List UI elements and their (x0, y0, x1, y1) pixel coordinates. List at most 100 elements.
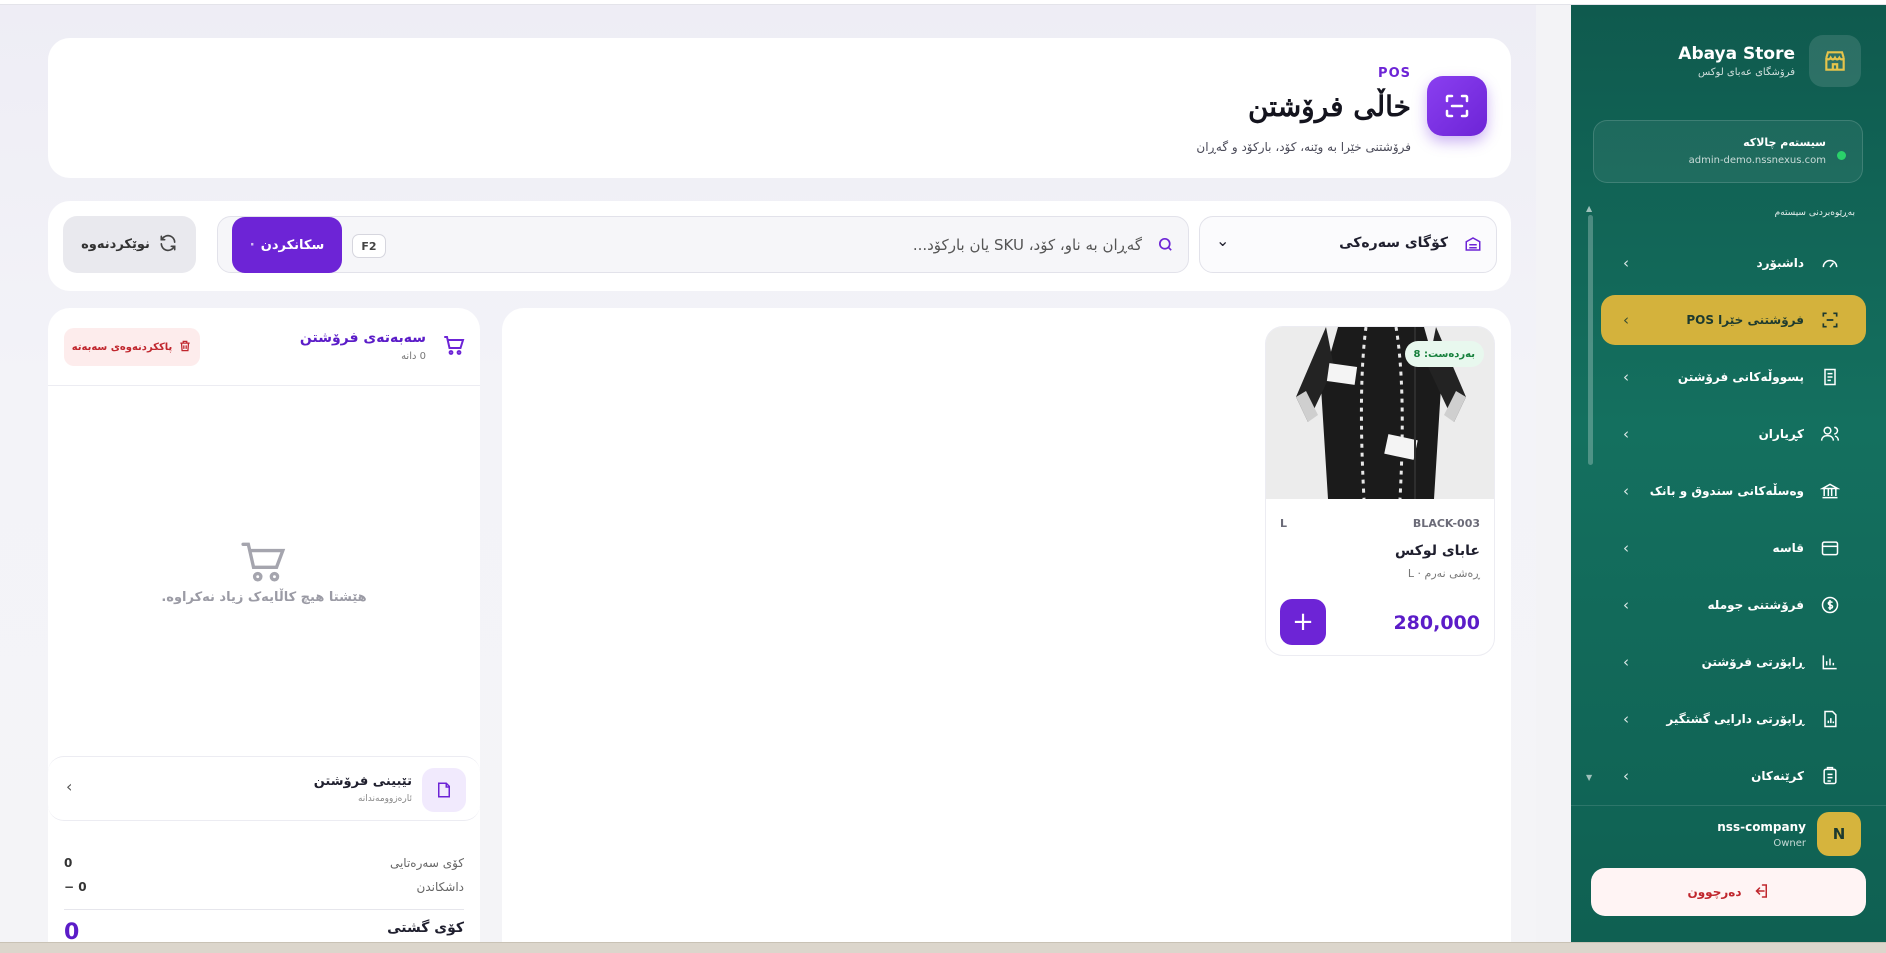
sidebar-item-sales-report[interactable]: ‹ ڕاپۆرتی فرۆشتن (1601, 637, 1866, 687)
sidebar-item-label: وەسڵەکانی سندوق و بانک (1649, 484, 1804, 498)
product-card[interactable]: بەردەست: 8 BLACK-003 L عابای لوکس ڕەشی ن… (1265, 326, 1495, 656)
scan-button-dot: · (249, 237, 255, 253)
dollar-icon (1818, 593, 1842, 617)
summary-divider (64, 909, 464, 910)
system-status-title: سیستەم چالاکە (1743, 136, 1826, 149)
status-dot (1837, 151, 1846, 160)
product-grid: بەردەست: 8 BLACK-003 L عابای لوکس ڕەشی ن… (502, 308, 1511, 948)
product-name: عابای لوکس (1394, 543, 1480, 559)
product-price: 280,000 (1393, 612, 1480, 634)
scan-button-label: سکانکردن (260, 237, 325, 253)
page-title: خاڵی فرۆشتن (1247, 90, 1411, 123)
sidebar-item-label: قاسە (1772, 541, 1804, 555)
sidebar-item-label: پسووڵەکانی فرۆشتن (1677, 370, 1804, 384)
empty-cart-icon (238, 538, 290, 588)
cart-header: سەبەتەی فرۆشتن 0 دانە پاککردنەوەی سەبەتە (48, 308, 480, 386)
sale-note[interactable]: تێبینی فرۆشتن ئارەزوومەندانە ‹ (48, 756, 480, 821)
discount-label: داشکاندن (416, 880, 464, 894)
chevron-down-icon: ⌄ (1216, 231, 1230, 250)
brand-subtitle: فرۆشگای عەبای لوکس (1698, 67, 1795, 78)
logout-icon (1752, 882, 1770, 903)
warehouse-icon (1464, 235, 1482, 257)
cart-icon (442, 333, 466, 361)
cashbox-icon (1818, 536, 1842, 560)
search-icon (1157, 236, 1174, 257)
chevron-left-icon: ‹ (1623, 254, 1629, 272)
sidebar-item-customers[interactable]: ‹ کڕیاران (1601, 409, 1866, 459)
sidebar-item-label: فرۆشتنی خێرا POS (1686, 313, 1804, 327)
refresh-button[interactable]: نوێکردنەوە (63, 216, 196, 273)
subtotal-row: کۆی سەرەتایی 0 (64, 856, 464, 870)
chevron-left-icon: ‹ (1623, 653, 1629, 671)
user-role: Owner (1773, 838, 1806, 849)
avatar: N (1817, 812, 1861, 856)
sidebar-item-label: ڕاپۆرتی دارایی گشتگیر (1666, 712, 1804, 726)
chevron-left-icon: ‹ (1623, 596, 1629, 614)
note-subtitle: ئارەزوومەندانە (357, 794, 412, 804)
sidebar-item-invoices[interactable]: ‹ پسووڵەکانی فرۆشتن (1601, 352, 1866, 402)
sidebar-item-label: کڕیاران (1758, 427, 1804, 441)
sidebar-item-receipts[interactable]: ‹ وەسڵەکانی سندوق و بانک (1601, 466, 1866, 516)
shortcut-badge: F2 (352, 234, 386, 258)
sidebar-item-label: فرۆشتنی جوملە (1707, 598, 1804, 612)
product-sku: BLACK-003 (1412, 517, 1480, 530)
clear-cart-label: پاککردنەوەی سەبەتە (71, 341, 173, 353)
sidebar-item-rentals[interactable]: ‹ کرێنەکان (1601, 751, 1866, 801)
sidebar-item-label: ڕاپۆرتی فرۆشتن (1701, 655, 1804, 669)
sidebar-item-pos[interactable]: ‹ فرۆشتنی خێرا POS (1601, 295, 1866, 345)
pos-toolbar: کۆگای سەرەکی ⌄ F2 سکانکردن · نوێکردنەوە (48, 201, 1511, 291)
sidebar-item-label: داشبۆرد (1756, 256, 1804, 270)
gauge-icon (1818, 251, 1842, 275)
trash-icon (178, 339, 192, 356)
product-variant: ڕەشی نەرم · L (1407, 567, 1480, 580)
scan-button[interactable]: سکانکردن · (232, 217, 342, 273)
nav-section-title: بەڕێوەبردنی سیستەم (1774, 208, 1855, 218)
scroll-up-icon[interactable]: ▲ (1586, 204, 1592, 213)
store-select-value: کۆگای سەرەکی (1339, 235, 1448, 251)
sidebar-item-wholesale[interactable]: ‹ فرۆشتنی جوملە (1601, 580, 1866, 630)
system-host: admin-demo.nssnexus.com (1688, 155, 1826, 166)
chevron-left-icon: ‹ (66, 777, 73, 796)
scroll-down-icon[interactable]: ▼ (1586, 773, 1592, 782)
note-icon (422, 768, 466, 812)
sidebar-scrollbar[interactable] (1588, 215, 1593, 465)
page-subtitle: فرۆشتنی خێرا بە وێنە، کۆد، بارکۆد و گەڕا… (1196, 140, 1411, 154)
system-status: سیستەم چالاکە admin-demo.nssnexus.com (1593, 120, 1863, 183)
stock-badge: بەردەست: 8 (1404, 341, 1484, 367)
cart-panel: سەبەتەی فرۆشتن 0 دانە پاککردنەوەی سەبەتە… (48, 308, 480, 948)
page-header: POS خاڵی فرۆشتن فرۆشتنی خێرا بە وێنە، کۆ… (48, 38, 1511, 178)
chevron-left-icon: ‹ (1623, 539, 1629, 557)
chevron-left-icon: ‹ (1623, 311, 1629, 329)
sidebar-item-label: کرێنەکان (1751, 769, 1804, 783)
sidebar-item-dashboard[interactable]: ‹ داشبۆرد (1601, 238, 1866, 288)
store-icon (1809, 35, 1861, 87)
clear-cart-button[interactable]: پاککردنەوەی سەبەتە (64, 328, 200, 366)
search-input[interactable] (682, 231, 1142, 259)
logout-button[interactable]: دەرچوون (1591, 868, 1866, 916)
users-icon (1818, 422, 1842, 446)
bottom-edge (0, 942, 1886, 953)
chevron-left-icon: ‹ (1623, 767, 1629, 785)
user-profile[interactable]: N nss-company Owner (1571, 805, 1886, 865)
brand: Abaya Store فرۆشگای عەبای لوکس (1678, 35, 1861, 87)
discount-row: داشکاندن − 0 (64, 880, 464, 894)
chevron-left-icon: ‹ (1623, 710, 1629, 728)
report-icon (1818, 707, 1842, 731)
scan-icon (1818, 308, 1842, 332)
receipt-icon (1818, 365, 1842, 389)
product-size: L (1280, 517, 1288, 530)
sidebar: Abaya Store فرۆشگای عەبای لوکس سیستەم چا… (1571, 5, 1886, 942)
page-tag: POS (1378, 66, 1411, 81)
sidebar-item-financial-report[interactable]: ‹ ڕاپۆرتی دارایی گشتگیر (1601, 694, 1866, 744)
sidebar-item-cashbox[interactable]: ‹ قاسە (1601, 523, 1866, 573)
store-select[interactable]: کۆگای سەرەکی ⌄ (1199, 216, 1497, 273)
cart-count: 0 دانە (401, 351, 426, 362)
main-area: POS خاڵی فرۆشتن فرۆشتنی خێرا بە وێنە، کۆ… (0, 5, 1536, 948)
user-name: nss-company (1717, 820, 1806, 834)
add-to-cart-button[interactable]: + (1280, 599, 1326, 645)
chevron-left-icon: ‹ (1623, 425, 1629, 443)
subtotal-label: کۆی سەرەتایی (389, 856, 464, 870)
product-search: F2 سکانکردن · (217, 216, 1189, 273)
note-title: تێبینی فرۆشتن (313, 774, 412, 789)
scan-icon (1427, 76, 1487, 136)
